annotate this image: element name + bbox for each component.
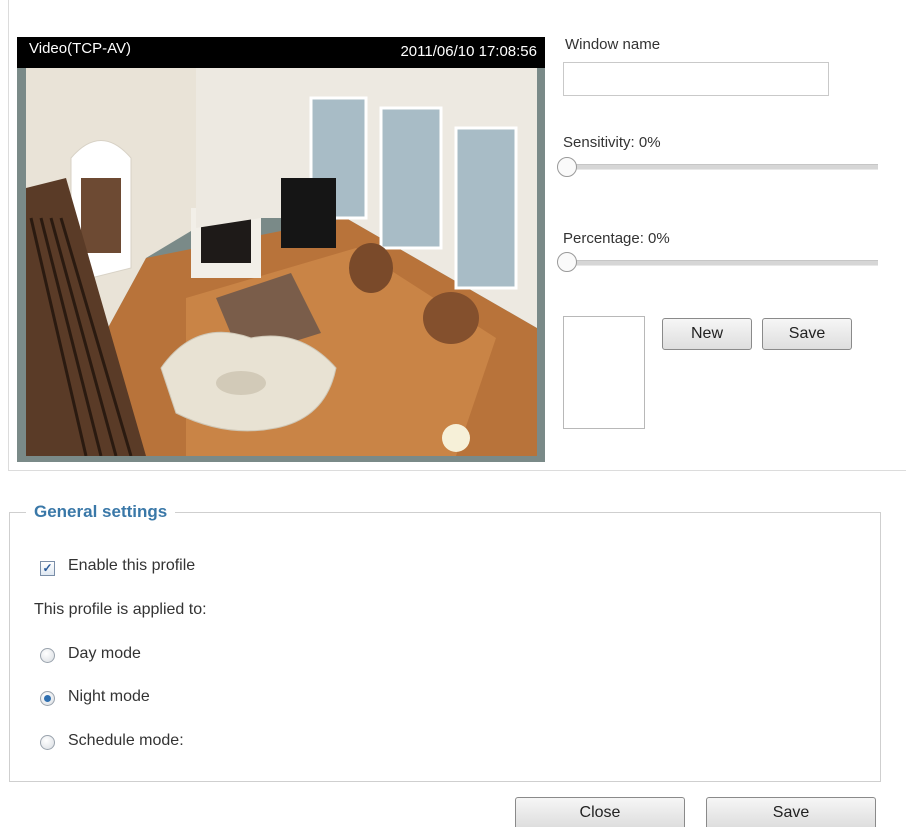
sensitivity-label: Sensitivity: 0% [563,134,661,151]
window-name-input[interactable] [563,62,829,96]
close-button[interactable]: Close [515,797,685,827]
camera-image[interactable] [26,68,537,456]
percentage-label: Percentage: 0% [563,230,670,247]
enable-profile-checkbox[interactable]: ✓ [40,561,55,576]
window-name-label: Window name [565,36,661,53]
percentage-slider-track[interactable] [568,260,878,266]
percentage-slider-thumb[interactable] [557,252,577,272]
sensitivity-slider-track[interactable] [568,164,878,170]
video-title-bar: Video(TCP-AV) 2011/06/10 17:08:56 [17,37,545,68]
day-mode-label: Day mode [68,645,141,662]
night-mode-radio[interactable] [40,691,55,706]
save-button[interactable]: Save [706,797,876,827]
video-preview: Video(TCP-AV) 2011/06/10 17:08:56 [17,37,545,462]
day-mode-radio[interactable] [40,648,55,663]
enable-profile-label: Enable this profile [68,557,196,574]
new-window-button[interactable]: New [662,318,752,350]
applied-to-label: This profile is applied to: [34,601,207,618]
schedule-mode-radio[interactable] [40,735,55,750]
video-timestamp: 2011/06/10 17:08:56 [400,43,537,60]
save-window-button[interactable]: Save [762,318,852,350]
schedule-mode-label: Schedule mode: [68,732,184,749]
general-settings-legend: General settings [34,502,168,521]
video-stream-title: Video(TCP-AV) [29,40,131,57]
night-mode-label: Night mode [68,688,150,705]
window-list[interactable] [563,316,645,429]
camera-scene-illustration [26,68,537,456]
sensitivity-slider-thumb[interactable] [557,157,577,177]
